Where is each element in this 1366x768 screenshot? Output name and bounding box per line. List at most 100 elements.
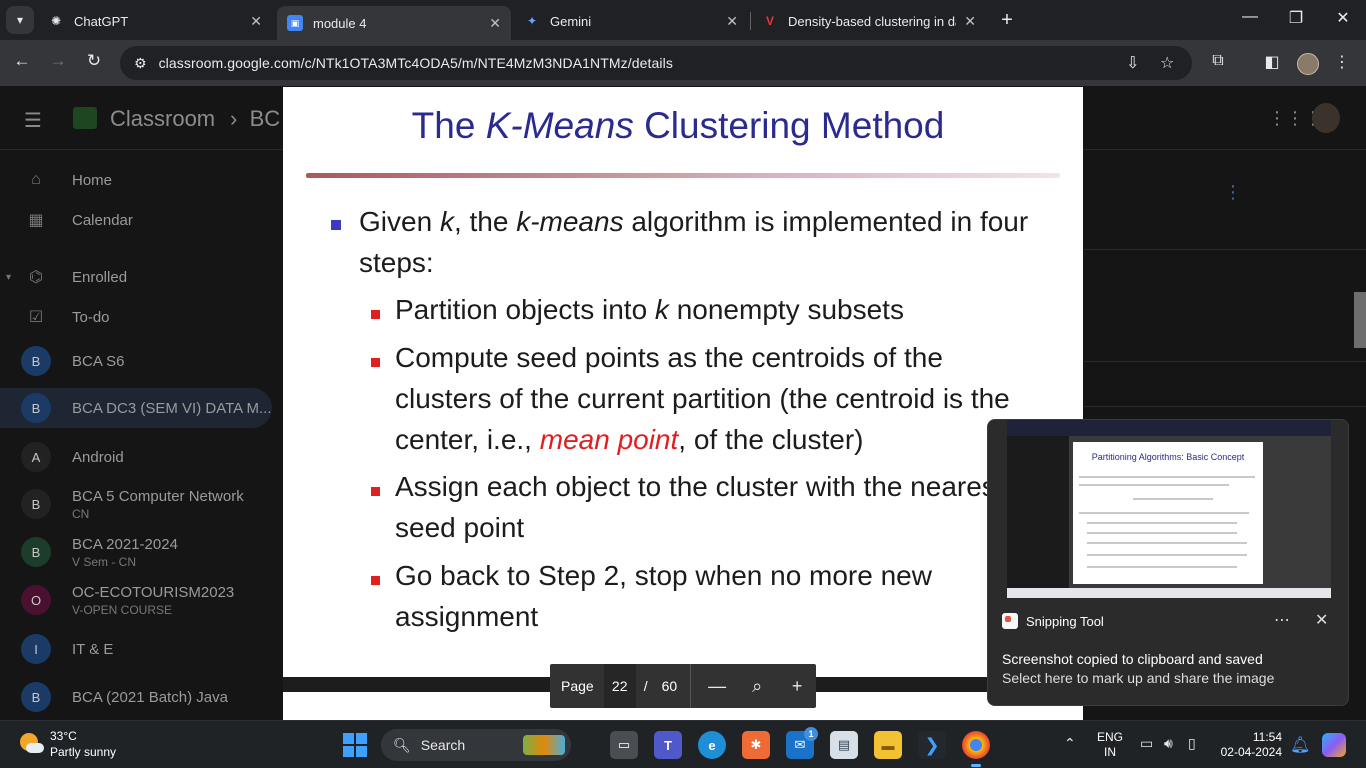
class-section: CN (72, 507, 90, 521)
tab-title: Density-based clustering in data (788, 13, 957, 29)
class-avatar: B (21, 393, 51, 423)
slide-step-4: Go back to Step 2, stop when no more new… (395, 560, 932, 632)
sidebar-class-item-selected[interactable]: B BCA DC3 (SEM VI) DATA M... (0, 388, 272, 428)
class-name: Android (72, 448, 124, 466)
notepad-icon[interactable]: ▤ (830, 731, 858, 759)
file-explorer-icon[interactable]: ▬ (874, 731, 902, 759)
show-hidden-icons-icon[interactable]: ⌃ (1064, 735, 1076, 752)
tab-chatgpt[interactable]: ✺ ChatGPT ✕ (38, 6, 272, 36)
close-icon[interactable]: ✕ (964, 13, 976, 30)
install-app-icon[interactable]: ⇩ (1126, 53, 1139, 73)
input-language[interactable]: ENG IN (1097, 730, 1123, 760)
class-section: V-OPEN COURSE (72, 603, 173, 617)
cloud-shape (26, 743, 44, 753)
bookmark-star-icon[interactable]: ☆ (1160, 53, 1174, 73)
edge-icon[interactable]: e (698, 731, 726, 759)
thumbnail-line (1087, 554, 1247, 556)
site-info-icon[interactable]: ⚙ (134, 55, 147, 72)
class-avatar: B (21, 489, 51, 519)
collapse-arrow-icon[interactable]: ▾ (6, 272, 11, 283)
weather-icon[interactable] (18, 731, 44, 757)
v-icon: V (765, 14, 774, 28)
calendar-icon: ▦ (28, 212, 44, 229)
class-avatar: B (21, 537, 51, 567)
class-name: BCA 5 Computer Network (72, 488, 244, 505)
start-button[interactable] (343, 733, 367, 757)
system-clock[interactable]: 11:54 02-04-2024 (1218, 730, 1282, 760)
class-avatar: A (21, 442, 51, 472)
forward-arrow-icon[interactable]: → (46, 51, 70, 71)
text-run: Given (359, 206, 433, 237)
chrome-menu-icon[interactable]: ⋮ (1330, 52, 1354, 72)
new-tab-plus-icon[interactable]: + (996, 9, 1018, 32)
bullet-square (371, 358, 380, 367)
tab-strip: ▾ ✺ ChatGPT ✕ ▣ module 4 ✕ ✦ Gemini ✕ V … (0, 0, 1366, 40)
tab-title: ChatGPT (74, 13, 129, 29)
account-avatar[interactable] (1312, 103, 1340, 133)
browser-toolbar: ← → ↻ ⚙ classroom.google.com/c/NTk1OTA3M… (0, 40, 1366, 86)
slide-step-2: Compute seed points as the centroids of … (395, 337, 1035, 460)
page-number-input[interactable]: 22 (603, 664, 636, 708)
notification-bell-icon[interactable]: 🔔︎ (1290, 735, 1310, 755)
task-view-icon[interactable]: ▭ (610, 731, 638, 759)
teams-icon[interactable]: T (654, 731, 682, 759)
address-bar[interactable]: ⚙ classroom.google.com/c/NTk1OTA3MTc4ODA… (120, 46, 1192, 80)
mail-icon[interactable]: ✉ 1 (786, 727, 818, 759)
zoom-in-icon[interactable]: + (783, 676, 811, 697)
chrome-icon[interactable] (962, 731, 990, 767)
speaker-icon[interactable]: 🔊︎ (1164, 735, 1173, 752)
display-icon[interactable]: ▭ (1140, 735, 1153, 752)
more-options-icon[interactable]: ⋯ (1274, 610, 1290, 630)
text-run: , the (453, 206, 509, 237)
tab-title: Gemini (550, 13, 592, 29)
search-label: Search (420, 737, 466, 753)
title-part: The (411, 105, 476, 146)
close-icon[interactable]: ✕ (489, 15, 501, 32)
more-options-icon[interactable]: ⋮ (1224, 182, 1242, 203)
text-italic: k (439, 206, 454, 237)
tab-module-4[interactable]: ▣ module 4 ✕ (277, 6, 511, 40)
class-avatar: B (21, 682, 51, 712)
hamburger-menu-icon[interactable]: ☰ (24, 108, 42, 133)
app-title[interactable]: Classroom (110, 106, 215, 132)
bullet-square (371, 310, 380, 319)
tab-density-clustering[interactable]: V Density-based clustering in data ✕ (752, 6, 986, 36)
page-scrollbar[interactable] (1354, 292, 1366, 348)
close-icon[interactable]: ✕ (726, 13, 738, 30)
window-close-icon[interactable]: ✕ (1331, 8, 1355, 28)
battery-icon[interactable]: ▯ (1188, 735, 1196, 752)
back-arrow-icon[interactable]: ← (10, 51, 34, 71)
reload-icon[interactable]: ↻ (82, 51, 106, 71)
thumbnail-taskbar (1007, 588, 1331, 598)
tab-search-chevron-icon[interactable]: ▾ (6, 6, 34, 34)
profile-avatar[interactable] (1297, 53, 1319, 75)
chatgpt-icon: ✺ (50, 14, 62, 28)
close-icon[interactable]: ✕ (1315, 610, 1328, 630)
screenshot-thumbnail[interactable]: Partitioning Algorithms: Basic Concept (1007, 420, 1331, 598)
weather-condition[interactable]: Partly sunny (50, 745, 116, 759)
vscode-icon[interactable]: ❯ (918, 731, 946, 759)
zoom-icon[interactable]: ⌕ (743, 676, 771, 697)
copilot-icon[interactable] (1322, 733, 1346, 757)
page-separator-slash: / (643, 678, 648, 694)
text-run: , of the cluster) (678, 424, 864, 455)
restore-icon[interactable]: ❐ (1284, 8, 1308, 28)
snipping-tool-notification[interactable]: Partitioning Algorithms: Basic Concept S… (987, 419, 1349, 706)
close-icon[interactable]: ✕ (250, 13, 262, 30)
tab-gemini[interactable]: ✦ Gemini ✕ (514, 6, 748, 36)
taskbar-search[interactable]: 🔍︎ Search (381, 729, 571, 761)
clock-date: 02-04-2024 (1220, 745, 1282, 759)
side-panel-icon[interactable]: ◧ (1260, 52, 1284, 72)
minimize-icon[interactable]: — (1238, 8, 1262, 26)
zoom-out-icon[interactable]: — (703, 676, 731, 697)
divider-line (1084, 406, 1366, 407)
extensions-icon[interactable]: ⧉ (1206, 52, 1230, 70)
weather-temperature[interactable]: 33°C (50, 729, 77, 743)
sidebar-item-label: Enrolled (72, 268, 128, 286)
thumbnail-slide: Partitioning Algorithms: Basic Concept (1073, 442, 1263, 584)
tab-title: module 4 (313, 15, 367, 31)
clock-time: 11:54 (1252, 730, 1282, 744)
thumbnail-browser-bar (1007, 420, 1331, 436)
app-icon[interactable]: ✱ (742, 731, 770, 759)
breadcrumb[interactable]: › BC (230, 106, 280, 132)
